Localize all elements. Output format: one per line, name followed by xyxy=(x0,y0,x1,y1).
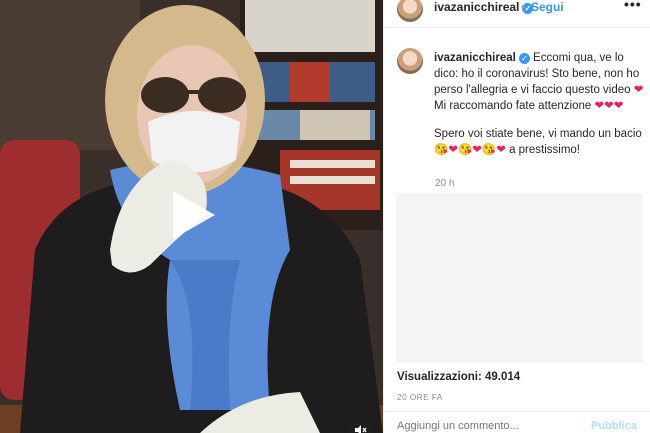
caption-avatar[interactable] xyxy=(397,48,423,74)
more-options-icon[interactable]: ••• xyxy=(624,0,642,12)
username-link[interactable]: ivazanicchireal ✓ xyxy=(434,0,534,14)
avatar[interactable] xyxy=(397,0,423,22)
post-caption: ivazanicchireal ✓ Eccomi qua, ve lo dico:… xyxy=(434,50,644,170)
caption-username[interactable]: ivazanicchireal xyxy=(434,52,516,64)
caption-text-2: Mi raccomando fate attenzione xyxy=(434,100,595,112)
caption-text-4: a prestissimo! xyxy=(505,144,581,156)
post-header: ivazanicchireal ✓ • Segui ••• xyxy=(384,0,650,28)
username-text: ivazanicchireal xyxy=(434,0,520,14)
comments-area xyxy=(396,193,643,363)
speaker-muted-icon xyxy=(355,425,367,433)
publish-button[interactable]: Pubblica xyxy=(591,420,637,432)
views-label: Visualizzazioni: xyxy=(397,371,482,383)
play-button[interactable] xyxy=(163,185,223,245)
verified-badge-icon: ✓ xyxy=(518,53,530,64)
follow-button[interactable]: Segui xyxy=(531,0,564,14)
caption-timestamp[interactable]: 20 h xyxy=(435,178,454,189)
separator-dot: • xyxy=(521,0,526,14)
heart-emoji: ❤ xyxy=(633,84,644,96)
view-count[interactable]: Visualizzazioni: 49.014 xyxy=(397,371,520,383)
comment-bar: Pubblica xyxy=(384,411,650,433)
post-side-panel: ivazanicchireal ✓ • Segui ••• ivazanicchi… xyxy=(383,0,650,433)
post-date[interactable]: 20 ORE FA xyxy=(397,392,443,402)
comment-input[interactable] xyxy=(397,420,577,432)
video-player[interactable] xyxy=(0,0,383,433)
caption-text-3: Spero voi stiate bene, vi mando un bacio xyxy=(434,128,642,140)
kiss-heart-emojis: 😘❤😘❤😘❤ xyxy=(434,144,506,156)
hearts-emoji: ❤❤❤ xyxy=(594,100,624,112)
views-value: 49.014 xyxy=(484,371,521,383)
play-icon xyxy=(173,191,215,239)
